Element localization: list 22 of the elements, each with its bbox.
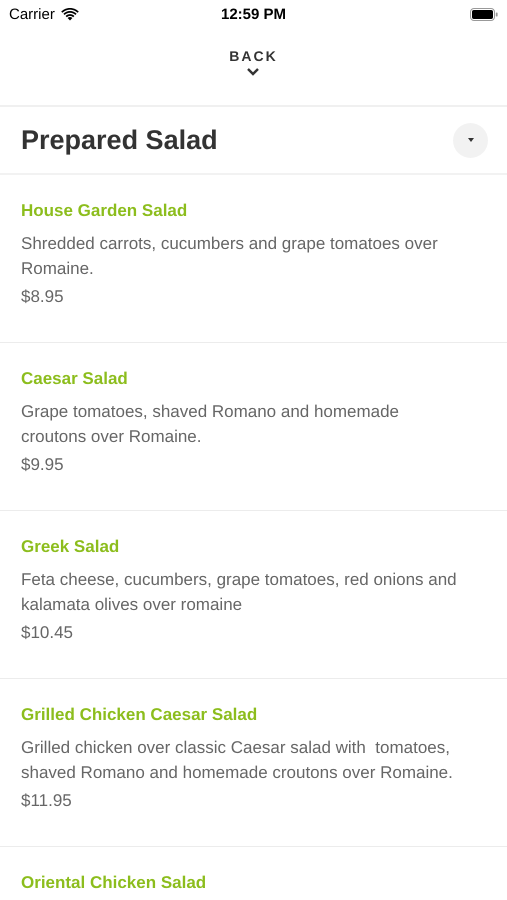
item-description: Grape tomatoes, shaved Romano and homemade croutons over Romaine. [21, 401, 400, 448]
item-price: $11.95 [21, 791, 73, 811]
item-price: $9.95 [21, 455, 65, 475]
status-time: 12:59 PM [220, 6, 286, 22]
item-price: $8.95 [21, 287, 65, 307]
item-name[interactable]: Oriental Chicken Salad [21, 873, 461, 893]
section-title: Prepared Salad [21, 124, 218, 156]
back-button[interactable]: BACK [229, 48, 278, 76]
item-description: Grilled chicken over classic Caesar salad with tomatoes, shaved Romano and homemade croutons over Romaine. [21, 737, 454, 784]
chevron-down-icon [246, 67, 260, 76]
item-description: Feta cheese, cucumbers, grape tomatoes, red onions and kalamata olives over romaine [21, 569, 458, 616]
wifi-icon [60, 8, 79, 20]
item-price: $10.45 [21, 623, 74, 643]
battery-icon [470, 8, 498, 20]
item-name[interactable]: Grilled Chicken Caesar Salad [21, 705, 461, 725]
item-name[interactable]: Caesar Salad [21, 369, 461, 389]
item-description: Shredded carrots, cucumbers and grape tomatoes over Romaine. [21, 233, 439, 280]
expand-button[interactable] [453, 122, 488, 158]
item-name[interactable]: Greek Salad [21, 537, 461, 557]
carrier-label: Carrier [9, 6, 55, 22]
caret-icon [466, 136, 476, 144]
item-name[interactable]: House Garden Salad [21, 201, 461, 221]
